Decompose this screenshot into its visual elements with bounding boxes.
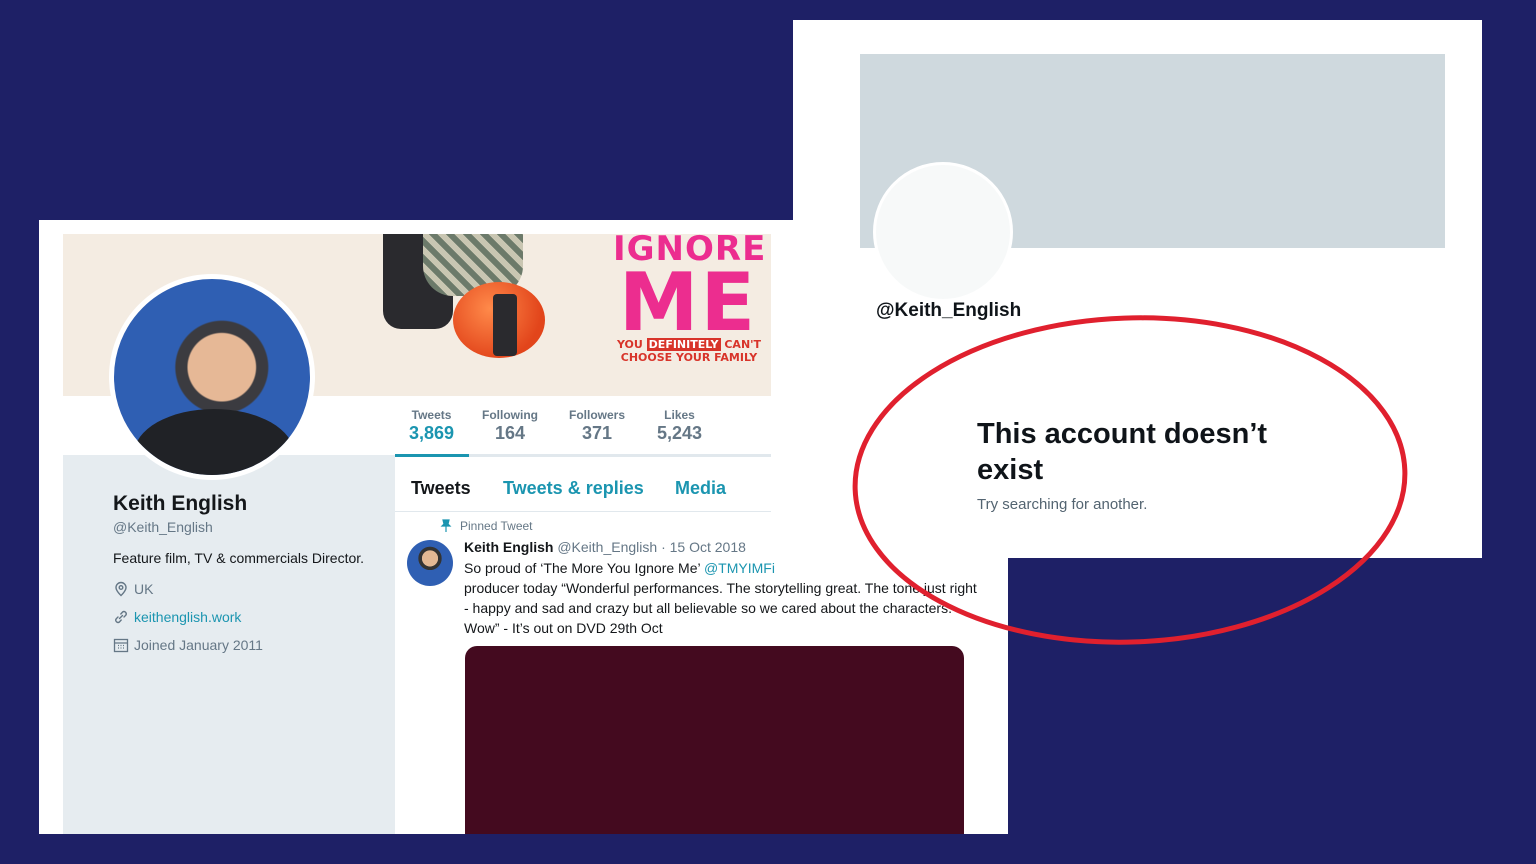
- tab-media[interactable]: Media: [675, 478, 726, 499]
- removed-subtitle: Try searching for another.: [977, 496, 1148, 513]
- tweet-author[interactable]: Keith English: [464, 539, 553, 555]
- stat-following[interactable]: Following 164: [482, 408, 538, 444]
- link-icon: [115, 610, 127, 624]
- stat-tweets[interactable]: Tweets 3,869: [409, 408, 454, 444]
- avatar-jacket: [134, 409, 294, 475]
- tab-tweets[interactable]: Tweets: [411, 478, 471, 499]
- tweet-text: So proud of ‘The More You Ignore Me’ @TM…: [464, 560, 977, 636]
- removed-title: This account doesn’t exist: [977, 418, 1268, 486]
- profile-bio: Feature film, TV & commercials Director.: [113, 550, 365, 566]
- banner-boot: [493, 294, 517, 356]
- removed-handle: @Keith_English: [876, 300, 1022, 321]
- banner-title: IGNORE ME: [613, 234, 767, 349]
- pinned-label: Pinned Tweet: [440, 519, 533, 533]
- tab-tweets-replies[interactable]: Tweets & replies: [503, 478, 644, 499]
- profile-handle: @Keith_English: [113, 519, 213, 535]
- profile-website[interactable]: keithenglish.work: [113, 609, 241, 625]
- profile-stats: Tweets 3,869 Following 164 Followers 371…: [395, 396, 771, 457]
- tweet-header: Keith English @Keith_English · 15 Oct 20…: [464, 539, 746, 555]
- profile-joined: Joined January 2011: [113, 637, 263, 653]
- stat-active-indicator: [395, 454, 469, 457]
- profile-location: UK: [113, 581, 153, 597]
- timeline-tabs: Tweets Tweets & replies Media: [395, 465, 771, 512]
- location-icon: [115, 581, 127, 597]
- tweet-mention[interactable]: @TMYIMFi: [704, 560, 775, 576]
- removed-account-screenshot: @Keith_English This account doesn’t exis…: [793, 20, 1482, 558]
- profile-name: Keith English: [113, 492, 248, 515]
- removed-avatar: [873, 162, 1013, 302]
- banner-tagline: YOU DEFINITELY CAN'T CHOOSE YOUR FAMILY: [616, 338, 762, 364]
- calendar-icon: [113, 638, 129, 653]
- avatar[interactable]: [109, 274, 315, 480]
- stat-likes[interactable]: Likes 5,243: [657, 408, 702, 444]
- tweet-avatar[interactable]: [407, 540, 453, 586]
- tweet-date[interactable]: · 15 Oct 2018: [661, 539, 746, 555]
- pin-icon: [440, 519, 452, 532]
- tweet-media[interactable]: [465, 646, 964, 834]
- tweet-handle[interactable]: @Keith_English: [557, 539, 657, 555]
- stat-followers[interactable]: Followers 371: [569, 408, 625, 444]
